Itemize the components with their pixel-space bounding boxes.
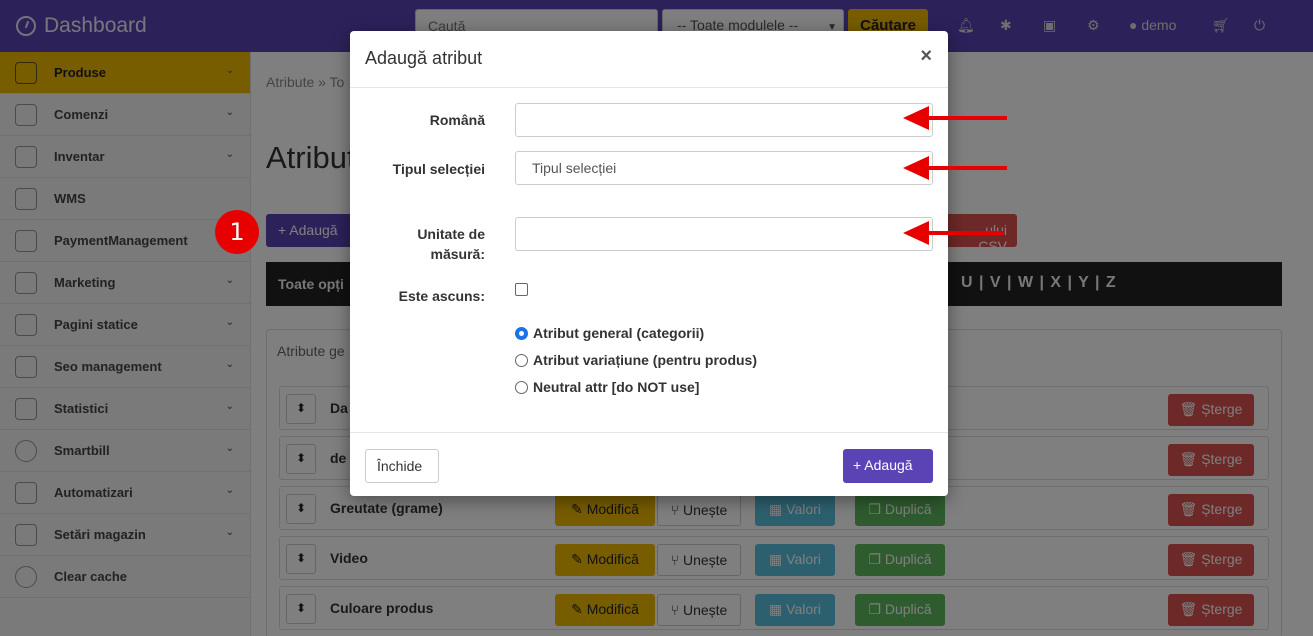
annotation-arrow-icon	[903, 106, 1007, 130]
annotation-arrow-icon	[903, 221, 1003, 245]
radio-dot[interactable]	[515, 326, 528, 340]
romana-label: Română	[429, 112, 485, 128]
radio-general[interactable]: Atribut general (categorii)	[515, 325, 704, 341]
submit-add-button[interactable]: + Adaugă	[843, 449, 933, 483]
radio-dot[interactable]	[515, 353, 528, 367]
radio-variation[interactable]: Atribut variațiune (pentru produs)	[515, 352, 757, 368]
modal-header: Adaugă atribut ×	[350, 31, 948, 88]
selection-type-select[interactable]: Tipul selecției	[515, 151, 933, 185]
radio-label: Neutral attr [do NOT use]	[533, 379, 700, 395]
hidden-checkbox[interactable]	[515, 283, 528, 296]
unit-label-line2: măsură:	[430, 246, 485, 262]
hidden-label: Este ascuns:	[398, 288, 485, 304]
romana-input[interactable]	[515, 103, 933, 137]
radio-neutral[interactable]: Neutral attr [do NOT use]	[515, 379, 699, 395]
unit-input[interactable]	[515, 217, 933, 251]
step-badge: 1	[215, 210, 259, 254]
radio-label: Atribut variațiune (pentru produs)	[533, 352, 757, 368]
add-attribute-modal: Adaugă atribut × Română Tipul selecției …	[350, 31, 948, 496]
radio-label: Atribut general (categorii)	[533, 325, 705, 341]
selection-type-label: Tipul selecției	[392, 161, 485, 177]
unit-label-line1: Unitate de	[417, 226, 485, 242]
close-button[interactable]: Închide	[365, 449, 439, 483]
modal-footer: Închide + Adaugă	[350, 432, 948, 496]
selection-type-value: Tipul selecției	[532, 160, 617, 176]
annotation-arrow-icon	[903, 156, 1007, 180]
unit-label: Unitate de măsură:	[417, 224, 485, 264]
close-icon[interactable]: ×	[920, 45, 932, 68]
radio-dot[interactable]	[515, 380, 528, 394]
modal-title: Adaugă atribut	[365, 48, 483, 68]
